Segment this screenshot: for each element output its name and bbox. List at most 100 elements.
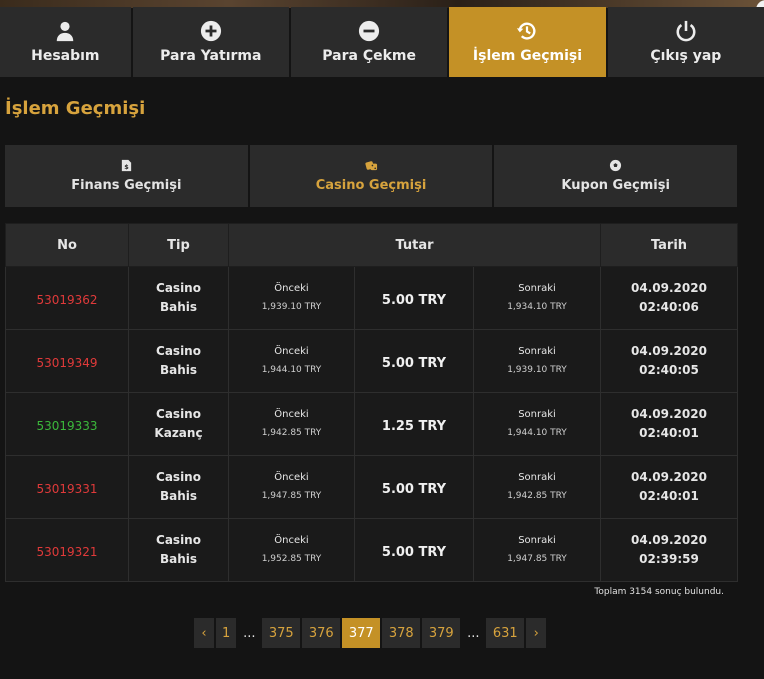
type-kind: Kazanç xyxy=(154,426,203,440)
amount: 5.00 TRY xyxy=(381,481,447,497)
tab-label: Kupon Geçmişi xyxy=(561,178,670,193)
previous-balance: 1,939.10 TRY xyxy=(261,302,322,312)
table-row: 53019333 Casino Kazanç Önceki 1,942.85 TRY 1.… xyxy=(5,392,738,456)
pagination-page-button[interactable]: 379 xyxy=(422,618,461,648)
header-type: Tip xyxy=(128,223,229,267)
pagination-page-button[interactable]: 376 xyxy=(302,618,341,648)
table-header-row: No Tip Tutar Tarih xyxy=(5,223,738,267)
nav-item-deposit[interactable]: Para Yatırma xyxy=(132,7,289,77)
transaction-id[interactable]: 53019362 xyxy=(36,293,97,307)
amount: 1.25 TRY xyxy=(381,418,447,434)
previous-label: Önceki xyxy=(274,409,309,420)
pagination-next-button[interactable]: › xyxy=(526,618,547,648)
previous-label: Önceki xyxy=(274,346,309,357)
next-label: Sonraki xyxy=(518,283,556,294)
nav-item-label: Çıkış yap xyxy=(650,48,722,64)
dice-icon xyxy=(364,161,377,171)
previous-label: Önceki xyxy=(274,535,309,546)
time: 02:40:06 xyxy=(639,300,699,314)
date: 04.09.2020 xyxy=(631,344,707,358)
date: 04.09.2020 xyxy=(631,281,707,295)
tab-casino-history[interactable]: Casino Geçmişi xyxy=(249,145,493,207)
pagination-page-button[interactable]: 1 xyxy=(216,618,237,648)
cell-next-balance: Sonraki 1,947.85 TRY xyxy=(473,518,601,582)
cell-next-balance: Sonraki 1,939.10 TRY xyxy=(473,329,601,393)
svg-text:$: $ xyxy=(124,163,129,171)
date: 04.09.2020 xyxy=(631,407,707,421)
type-kind: Bahis xyxy=(159,363,198,377)
next-balance: 1,934.10 TRY xyxy=(507,302,567,312)
header-no: No xyxy=(5,223,129,267)
tab-coupon-history[interactable]: Kupon Geçmişi xyxy=(494,145,738,207)
transaction-id[interactable]: 53019321 xyxy=(36,545,97,559)
header-amount: Tutar xyxy=(228,223,601,267)
cell-no[interactable]: 53019331 xyxy=(5,455,129,519)
transaction-id[interactable]: 53019349 xyxy=(36,356,97,370)
cell-amount: 5.00 TRY xyxy=(354,329,474,393)
next-balance: 1,942.85 TRY xyxy=(507,491,567,501)
cell-next-balance: Sonraki 1,942.85 TRY xyxy=(473,455,601,519)
pagination-ellipsis: ... xyxy=(467,625,480,641)
type-category: Casino xyxy=(156,344,201,358)
cell-previous-balance: Önceki 1,944.10 TRY xyxy=(228,329,355,393)
nav-item-withdraw[interactable]: Para Çekme xyxy=(290,7,448,77)
transaction-id[interactable]: 53019331 xyxy=(36,482,97,496)
nav-item-account[interactable]: Hesabım xyxy=(0,7,131,77)
pagination-prev-button[interactable]: ‹ xyxy=(194,618,214,648)
pagination-ellipsis: ... xyxy=(243,625,256,641)
cell-type: Casino Bahis xyxy=(128,329,229,393)
type-kind: Bahis xyxy=(159,300,198,314)
cell-date: 04.09.2020 02:40:06 xyxy=(600,266,738,330)
pagination-page-button[interactable]: 375 xyxy=(262,618,301,648)
next-label: Sonraki xyxy=(518,409,556,420)
cell-next-balance: Sonraki 1,934.10 TRY xyxy=(473,266,601,330)
power-icon xyxy=(676,20,696,42)
time: 02:40:01 xyxy=(639,426,699,440)
document-money-icon: $ xyxy=(121,159,131,171)
cell-previous-balance: Önceki 1,952.85 TRY xyxy=(228,518,355,582)
cell-date: 04.09.2020 02:40:05 xyxy=(600,329,738,393)
tab-label: Finans Geçmişi xyxy=(71,178,182,193)
nav-item-logout[interactable]: Çıkış yap xyxy=(607,7,764,77)
cell-amount: 5.00 TRY xyxy=(354,455,474,519)
cell-type: Casino Kazanç xyxy=(128,392,229,456)
transaction-table: No Tip Tutar Tarih 53019362 Casino Bahis Ön… xyxy=(5,223,738,582)
next-label: Sonraki xyxy=(518,346,556,357)
cell-next-balance: Sonraki 1,944.10 TRY xyxy=(473,392,601,456)
type-category: Casino xyxy=(156,533,201,547)
pagination-current-page[interactable]: 377 xyxy=(342,618,381,648)
pagination-page-button[interactable]: 378 xyxy=(382,618,421,648)
table-row: 53019362 Casino Bahis Önceki 1,939.10 TRY 5.0… xyxy=(5,266,738,330)
type-category: Casino xyxy=(156,470,201,484)
cell-no[interactable]: 53019333 xyxy=(5,392,129,456)
nav-item-label: Hesabım xyxy=(31,48,100,64)
cell-no[interactable]: 53019321 xyxy=(5,518,129,582)
pagination-page-button[interactable]: 631 xyxy=(486,618,525,648)
nav-item-label: Para Çekme xyxy=(322,48,416,64)
page-title: İşlem Geçmişi xyxy=(5,98,146,119)
next-balance: 1,939.10 TRY xyxy=(507,365,567,375)
type-category: Casino xyxy=(156,281,201,295)
cell-previous-balance: Önceki 1,947.85 TRY xyxy=(228,455,355,519)
user-icon xyxy=(57,21,74,42)
amount: 5.00 TRY xyxy=(381,292,447,308)
minus-circle-icon xyxy=(359,20,380,42)
cell-no[interactable]: 53019362 xyxy=(5,266,129,330)
previous-balance: 1,944.10 TRY xyxy=(261,365,322,375)
type-kind: Bahis xyxy=(159,552,198,566)
cell-previous-balance: Önceki 1,942.85 TRY xyxy=(228,392,355,456)
history-icon xyxy=(517,22,536,40)
cell-no[interactable]: 53019349 xyxy=(5,329,129,393)
tab-label: Casino Geçmişi xyxy=(315,178,427,193)
transaction-id[interactable]: 53019333 xyxy=(36,419,97,433)
type-kind: Bahis xyxy=(159,489,198,503)
nav-item-label: Para Yatırma xyxy=(160,48,262,64)
history-tabs: $ Finans Geçmişi Casino Geçmişi Kupon Ge… xyxy=(5,145,738,207)
cell-type: Casino Bahis xyxy=(128,266,229,330)
time: 02:40:01 xyxy=(639,489,699,503)
tab-finance-history[interactable]: $ Finans Geçmişi xyxy=(5,145,248,207)
previous-balance: 1,952.85 TRY xyxy=(261,554,322,564)
time: 02:40:05 xyxy=(639,363,699,377)
cell-type: Casino Bahis xyxy=(128,455,229,519)
nav-item-history[interactable]: İşlem Geçmişi xyxy=(449,7,606,77)
